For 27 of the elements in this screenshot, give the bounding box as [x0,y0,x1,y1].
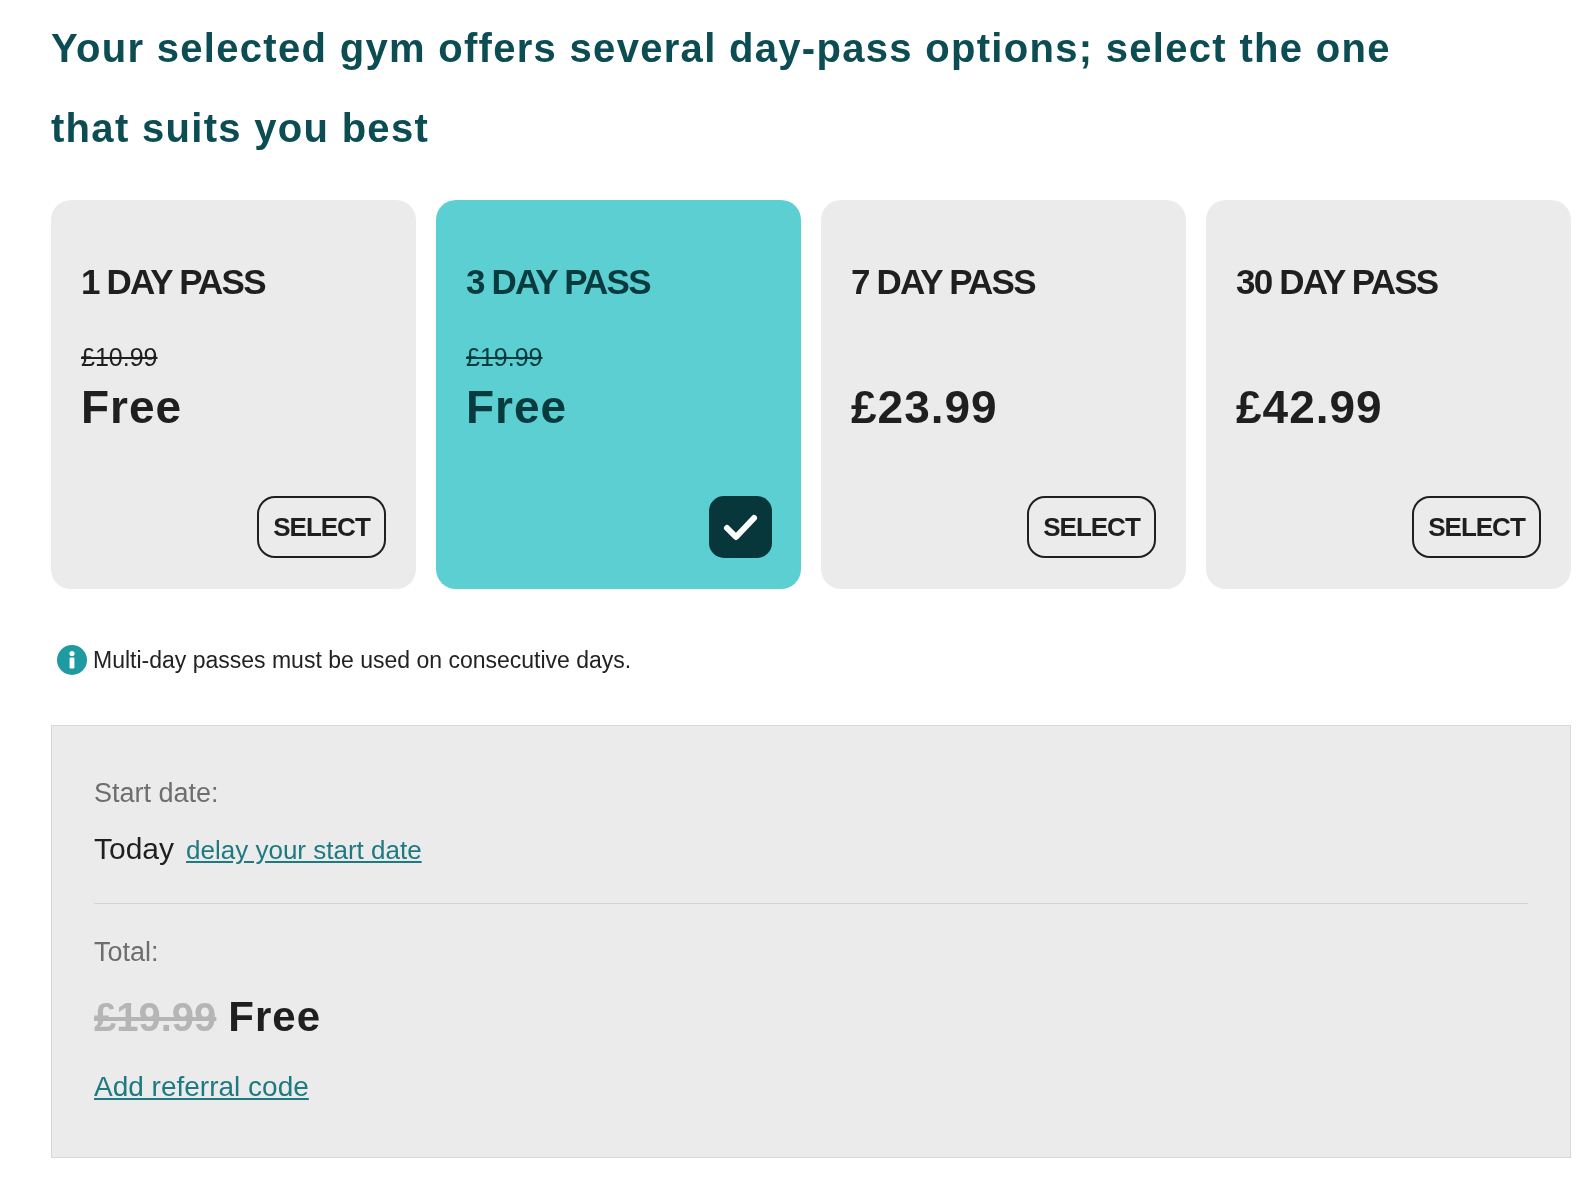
pass-price: Free [466,382,568,432]
info-icon [57,645,87,675]
total-label: Total: [94,936,159,969]
pass-card[interactable]: 3 DAY PASS £19.99 Free [436,200,801,589]
pass-title: 3 DAY PASS [466,261,650,303]
total-price: Free [228,992,322,1042]
start-date-label: Start date: [94,777,219,810]
start-date-value: Today [94,831,175,867]
pass-title: 7 DAY PASS [851,261,1035,303]
select-button[interactable]: SELECT [1412,496,1541,558]
pass-card[interactable]: 30 DAY PASS £42.99 SELECT [1206,200,1571,589]
info-note: Multi-day passes must be used on consecutive days. [93,646,632,675]
referral-code-link[interactable]: Add referral code [94,1067,309,1107]
pass-card[interactable]: 7 DAY PASS £23.99 SELECT [821,200,1186,589]
pass-title: 1 DAY PASS [81,261,265,303]
pass-card[interactable]: 1 DAY PASS £10.99 Free SELECT [51,200,416,589]
pass-price: £42.99 [1236,382,1383,432]
original-price: £19.99 [466,342,543,372]
page-heading: Your selected gym offers several day-pass options; select the one that suits you best [51,25,1392,152]
select-button[interactable]: SELECT [1027,496,1156,558]
pass-price: Free [81,382,183,432]
select-button[interactable]: SELECT [257,496,386,558]
checkmark-icon [709,496,772,558]
delay-start-link[interactable]: delay your start date [186,830,422,870]
pass-title: 30 DAY PASS [1236,261,1438,303]
original-price: £10.99 [81,342,158,372]
pass-price: £23.99 [851,382,998,432]
